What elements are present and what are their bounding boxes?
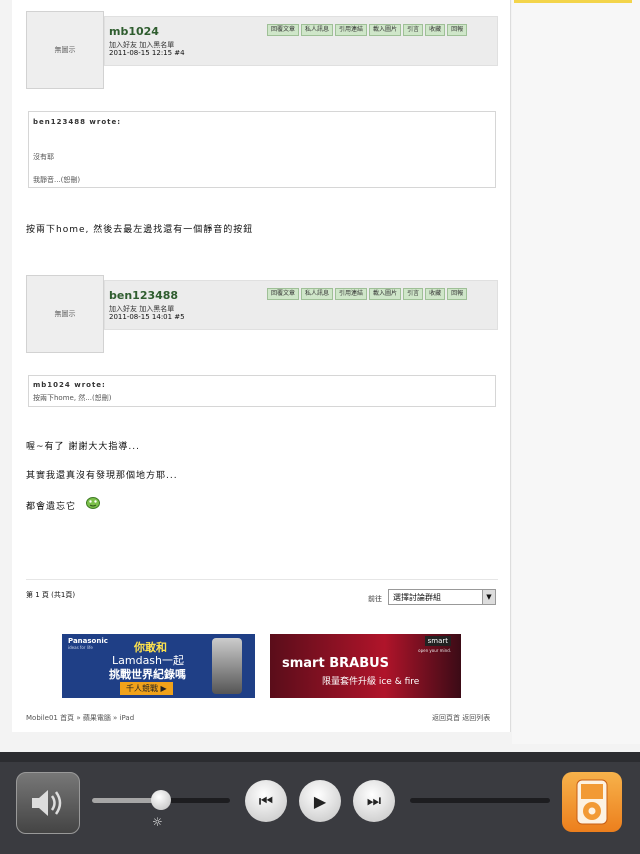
media-scrubber-track[interactable]: [410, 798, 550, 803]
next-track-button[interactable]: ⏭: [353, 780, 395, 822]
post-body: 都會遺忘它: [26, 502, 77, 512]
ipod-icon: [576, 779, 608, 825]
ad-tagline: ideas for life: [68, 645, 93, 650]
quote-button[interactable]: 引言: [403, 24, 424, 36]
footer-links[interactable]: 返回頁首 返回列表: [432, 713, 490, 723]
ad-subtitle: 限量套件升級 ice & fire: [322, 677, 420, 687]
previous-track-button[interactable]: ⏮: [245, 780, 287, 822]
favorite-button[interactable]: 收藏: [425, 288, 446, 300]
private-message-button[interactable]: 私人訊息: [301, 288, 334, 300]
ad-brand: smart: [424, 636, 451, 646]
brightness-icon: ☼: [152, 815, 163, 829]
quote-line: 按兩下home, 然...(恕刪): [33, 394, 112, 402]
right-column: [512, 0, 640, 744]
quote-link-button[interactable]: 引用連結: [335, 288, 368, 300]
private-message-button[interactable]: 私人訊息: [301, 24, 334, 36]
speaker-mute-button[interactable]: [16, 772, 80, 834]
avatar-label: 無圖示: [54, 46, 76, 54]
post-body: 其實我還真沒有發現那個地方耶...: [26, 471, 178, 481]
goto-label: 前往: [368, 595, 382, 603]
play-button[interactable]: ▶: [299, 780, 341, 822]
report-button[interactable]: 回報: [447, 24, 468, 36]
chevron-down-icon: ▼: [482, 590, 495, 604]
right-banner-strip: [514, 0, 632, 3]
group-select[interactable]: 選擇討論群組 ▼: [388, 589, 496, 605]
forum-content: 無圖示 mb1024 加入好友 加入黑名單 2011-08-15 12:15 #…: [12, 0, 511, 732]
quote-author: ben123488 wrote:: [33, 118, 122, 126]
next-icon: ⏭: [366, 791, 382, 810]
post-datetime: 2011-08-15 12:15 #4: [109, 49, 185, 57]
play-icon: ▶: [313, 791, 327, 811]
post-toolbar: 回覆文章 私人訊息 引用連結 載入圖片 引言 收藏 回報: [267, 288, 468, 300]
quote-author: mb1024 wrote:: [33, 381, 106, 389]
ad-line: 挑戰世界紀錄嗎: [109, 668, 186, 681]
favorite-button[interactable]: 收藏: [425, 24, 446, 36]
reply-button[interactable]: 回覆文章: [267, 24, 300, 36]
group-select-value: 選擇討論群組: [393, 593, 441, 602]
smart-ad-banner[interactable]: smart open your mind. smart BRABUS 限量套件升…: [270, 634, 461, 698]
emoticon-icon: [86, 494, 100, 509]
speaker-icon: [32, 790, 62, 816]
quote-line: 沒有耶: [33, 153, 54, 161]
ad-tagline: open your mind.: [418, 648, 451, 653]
quote-link-button[interactable]: 引用連結: [335, 24, 368, 36]
quote-line: 我靜音...(恕刪): [33, 176, 81, 184]
post-body: 喔~有了 謝謝大大指導...: [26, 442, 140, 452]
panasonic-ad-banner[interactable]: Panasonic ideas for life 你敢和 Lamdash一起 挑…: [62, 634, 255, 698]
divider: [26, 579, 498, 580]
load-images-button[interactable]: 載入圖片: [369, 24, 402, 36]
report-button[interactable]: 回報: [447, 288, 468, 300]
reply-button[interactable]: 回覆文章: [267, 288, 300, 300]
shaver-image: [212, 638, 242, 694]
ad-cta: 千人競戰 ▶: [120, 682, 173, 695]
post-body: 按兩下home, 然後去最左邊找還有一個靜音的按鈕: [26, 225, 254, 235]
breadcrumb[interactable]: Mobile01 首頁 » 蘋果電腦 » iPad: [26, 713, 134, 723]
brightness-slider-thumb[interactable]: [151, 790, 171, 810]
ad-title: smart BRABUS: [282, 656, 390, 671]
username[interactable]: ben123488: [109, 289, 178, 302]
page-indicator: 第 1 頁 (共1頁): [26, 591, 76, 599]
avatar-label: 無圖示: [54, 310, 76, 318]
ad-brand: Panasonic: [68, 637, 108, 645]
avatar[interactable]: 無圖示: [26, 275, 104, 353]
post-datetime: 2011-08-15 14:01 #5: [109, 313, 185, 321]
load-images-button[interactable]: 載入圖片: [369, 288, 402, 300]
avatar[interactable]: 無圖示: [26, 11, 104, 89]
username[interactable]: mb1024: [109, 25, 159, 38]
ipod-app-button[interactable]: [562, 772, 622, 832]
quote-button[interactable]: 引言: [403, 288, 424, 300]
post-toolbar: 回覆文章 私人訊息 引用連結 載入圖片 引言 收藏 回報: [267, 24, 468, 36]
previous-icon: ⏮: [258, 791, 274, 810]
